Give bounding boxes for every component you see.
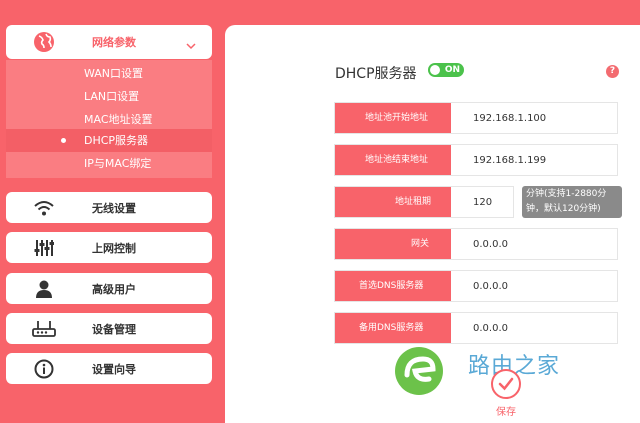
lease-time-input[interactable] (451, 187, 513, 217)
menu-device-management-label: 设备管理 (92, 322, 136, 336)
field-end-address: 地址池结束地址 (334, 144, 618, 176)
submenu-ip-mac-label: IP与MAC绑定 (84, 157, 152, 170)
field-primary-dns: 首选DNS服务器 (334, 270, 618, 302)
field-end-address-label: 地址池结束地址 (335, 145, 451, 175)
lease-time-hint: 分钟(支持1-2880分钟，默认120分钟) (522, 186, 622, 218)
submenu-mac[interactable]: MAC地址设置 (6, 108, 212, 131)
submenu-ip-mac[interactable]: IP与MAC绑定 (6, 152, 212, 175)
menu-wireless[interactable]: 无线设置 (6, 192, 212, 223)
submenu-dhcp-label: DHCP服务器 (84, 134, 149, 147)
page-title: DHCP服务器 (335, 66, 417, 82)
field-lease-time: 地址租期 (334, 186, 514, 218)
info-icon (28, 357, 60, 381)
start-address-input[interactable] (451, 103, 617, 133)
secondary-dns-input[interactable] (451, 313, 617, 343)
submenu-wan[interactable]: WAN口设置 (6, 62, 212, 85)
save-label: 保存 (496, 407, 516, 418)
menu-network-params[interactable]: 网络参数 (6, 25, 212, 59)
active-bullet-icon (61, 138, 66, 143)
field-gateway-label: 网关 (335, 229, 451, 259)
field-start-address-label: 地址池开始地址 (335, 103, 451, 133)
menu-setup-wizard-label: 设置向导 (92, 362, 136, 376)
submenu-dhcp[interactable]: DHCP服务器 (6, 129, 212, 152)
save-button[interactable] (491, 369, 521, 399)
menu-network-params-label: 网络参数 (92, 36, 136, 49)
menu-advanced-users[interactable]: 高级用户 (6, 273, 212, 304)
checkmark-icon (498, 377, 514, 391)
wifi-icon (28, 196, 60, 220)
menu-device-management[interactable]: 设备管理 (6, 313, 212, 344)
submenu-lan[interactable]: LAN口设置 (6, 85, 212, 108)
end-address-input[interactable] (451, 145, 617, 175)
menu-advanced-users-label: 高级用户 (92, 282, 136, 296)
toggle-knob (430, 65, 440, 75)
menu-setup-wizard[interactable]: 设置向导 (6, 353, 212, 384)
field-primary-dns-label: 首选DNS服务器 (335, 271, 451, 301)
field-lease-time-label: 地址租期 (335, 187, 451, 217)
gateway-input[interactable] (451, 229, 617, 259)
submenu-lan-label: LAN口设置 (84, 90, 140, 103)
toggle-label: ON (444, 65, 460, 75)
help-icon[interactable]: ? (606, 65, 619, 78)
submenu-mac-label: MAC地址设置 (84, 113, 153, 126)
submenu-wan-label: WAN口设置 (84, 67, 144, 80)
primary-dns-input[interactable] (451, 271, 617, 301)
sliders-icon (28, 236, 60, 260)
watermark-logo-icon (395, 347, 443, 395)
menu-access-control-label: 上网控制 (92, 241, 136, 255)
chevron-down-icon (186, 36, 196, 50)
field-secondary-dns: 备用DNS服务器 (334, 312, 618, 344)
router-icon (28, 317, 60, 341)
globe-icon (28, 30, 60, 54)
user-icon (28, 277, 60, 301)
menu-access-control[interactable]: 上网控制 (6, 232, 212, 263)
menu-wireless-label: 无线设置 (92, 201, 136, 215)
field-start-address: 地址池开始地址 (334, 102, 618, 134)
field-secondary-dns-label: 备用DNS服务器 (335, 313, 451, 343)
dhcp-toggle[interactable]: ON (428, 63, 464, 77)
main-panel: DHCP服务器 ON ? 地址池开始地址 地址池结束地址 地址租期 分钟(支持1… (225, 25, 640, 423)
network-submenu: WAN口设置 LAN口设置 MAC地址设置 DHCP服务器 IP与MAC绑定 (6, 60, 212, 178)
field-gateway: 网关 (334, 228, 618, 260)
